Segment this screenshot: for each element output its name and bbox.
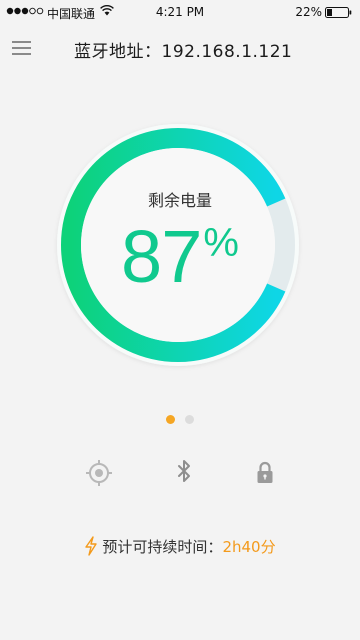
battery-level-unit: % xyxy=(203,221,239,265)
estimated-duration: 预计可持续时间：2h40分 xyxy=(0,536,360,557)
locate-icon[interactable] xyxy=(81,455,117,491)
page-dot[interactable] xyxy=(185,415,194,424)
bluetooth-icon[interactable] xyxy=(166,455,202,491)
lightning-icon xyxy=(85,536,98,556)
estimate-label: 预计可持续时间： xyxy=(102,538,223,556)
gauge-label: 剩余电量 xyxy=(147,191,212,210)
battery-level-number: 87 xyxy=(121,215,202,298)
estimate-value: 2h40分 xyxy=(222,538,276,556)
gauge-value-text: 87% xyxy=(0,214,360,299)
lock-icon[interactable] xyxy=(247,455,283,491)
page-indicator xyxy=(0,409,360,424)
action-bar xyxy=(0,455,360,491)
page-dot-active[interactable] xyxy=(166,415,175,424)
